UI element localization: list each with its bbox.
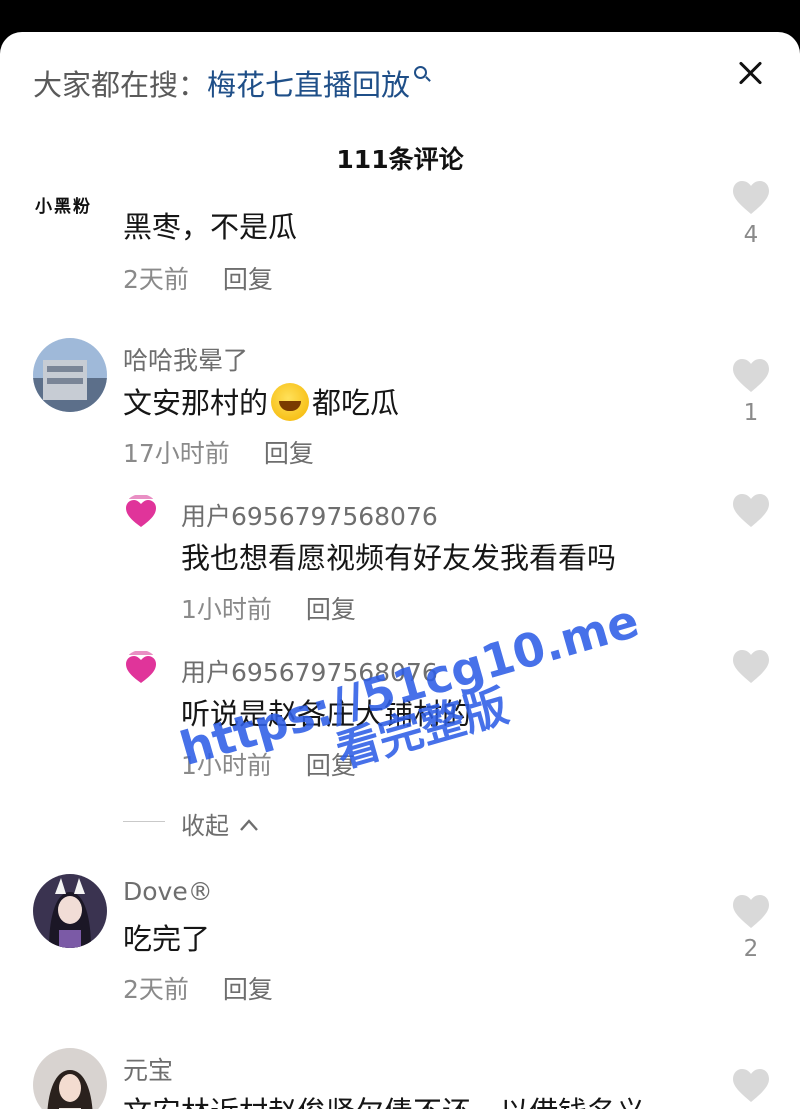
comment-text: 听说是赵各庄大铺村的 — [181, 697, 472, 731]
comment-meta: 1小时前 回复 — [181, 746, 356, 782]
avatar[interactable] — [33, 874, 107, 948]
heart-icon — [733, 1069, 769, 1102]
comment-text: 吃完了 — [123, 922, 211, 956]
heart-icon — [733, 650, 769, 683]
collapse-divider — [123, 821, 165, 822]
comment-meta: 1小时前 回复 — [181, 590, 356, 626]
comment-sheet: 大家都在搜：梅花七直播回放 111条评论 小黑粉 黑枣，不是瓜 2天前 回复 4 … — [0, 32, 800, 1109]
comment-text: 黑枣，不是瓜 — [123, 210, 298, 244]
like-button[interactable] — [731, 1068, 771, 1104]
reply-button[interactable]: 回复 — [306, 751, 356, 780]
heart-icon — [733, 895, 769, 928]
comment-time: 1小时前 — [181, 595, 272, 624]
like-count: 2 — [743, 936, 759, 962]
comment-time: 17小时前 — [123, 439, 230, 468]
heart-icon — [733, 359, 769, 392]
username[interactable]: 用户6956797568076 — [181, 497, 438, 533]
search-suggestion[interactable]: 大家都在搜：梅花七直播回放 — [33, 62, 428, 104]
avatar[interactable] — [33, 1048, 107, 1109]
comment-count: 111条评论 — [336, 145, 464, 174]
search-prefix: 大家都在搜： — [33, 68, 208, 102]
comment-text: 我也想看愿视频有好友发我看看吗 — [181, 541, 617, 575]
heart-icon — [733, 494, 769, 527]
comment-meta: 17小时前 回复 — [123, 434, 314, 470]
reply-button[interactable]: 回复 — [264, 439, 314, 468]
like-button[interactable]: 2 — [731, 894, 771, 962]
avatar[interactable] — [123, 650, 159, 686]
comment-time: 1小时前 — [181, 751, 272, 780]
like-count: 1 — [743, 400, 759, 426]
like-button[interactable] — [731, 493, 771, 529]
reply-button[interactable]: 回复 — [306, 595, 356, 624]
like-button[interactable]: 4 — [731, 180, 771, 248]
reply-button[interactable]: 回复 — [223, 975, 273, 1004]
like-button[interactable]: 1 — [731, 358, 771, 426]
avatar[interactable] — [123, 494, 159, 530]
search-icon — [414, 66, 428, 79]
comment-meta: 2天前 回复 — [123, 260, 273, 296]
laughing-emoji-icon — [271, 383, 310, 421]
username[interactable]: Dove® — [123, 877, 213, 906]
chevron-up-icon — [239, 819, 258, 831]
close-icon[interactable] — [734, 56, 768, 90]
heart-icon — [733, 181, 769, 214]
search-keyword-link[interactable]: 梅花七直播回放 — [207, 68, 410, 102]
avatar[interactable] — [33, 338, 107, 412]
username[interactable]: 用户6956797568076 — [181, 653, 438, 689]
comment-text: 文安林近村赵俊贤欠债不还，以借钱名义 — [123, 1089, 645, 1109]
comment-meta: 2天前 回复 — [123, 970, 273, 1006]
reply-button[interactable]: 回复 — [223, 265, 273, 294]
avatar-logo[interactable]: 小黑粉 — [35, 192, 92, 217]
comment-text: 文安那村的 都吃瓜 — [123, 380, 399, 422]
comment-time: 2天前 — [123, 975, 189, 1004]
username[interactable]: 元宝 — [123, 1051, 173, 1087]
collapse-replies-button[interactable]: 收起 — [181, 806, 259, 841]
comment-time: 2天前 — [123, 265, 189, 294]
like-button[interactable] — [731, 649, 771, 685]
username[interactable]: 哈哈我晕了 — [123, 341, 248, 377]
like-count: 4 — [743, 222, 759, 248]
